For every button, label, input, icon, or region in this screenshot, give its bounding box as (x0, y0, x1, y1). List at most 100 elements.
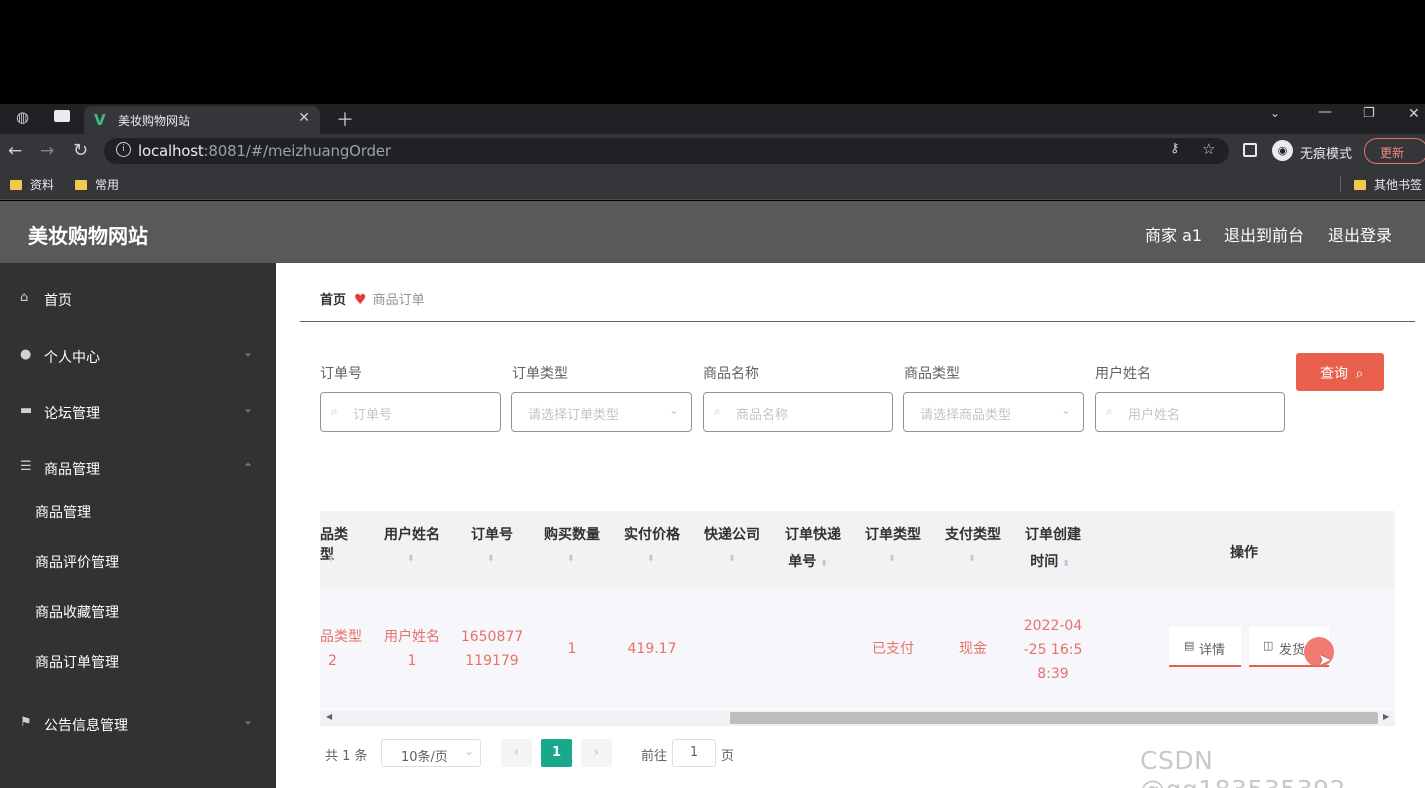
goto-page-input[interactable]: 1 (672, 739, 716, 767)
back-icon[interactable]: ← (8, 141, 22, 161)
sidebar-item-notice[interactable]: ⚑ 公告信息管理 ⌄ (0, 704, 276, 744)
goto-suffix: 页 (721, 749, 735, 764)
col-label: 快递公司 (704, 527, 760, 543)
search-icon: ⌕ (1355, 366, 1364, 382)
sidebar-item-label: 论坛管理 (44, 406, 100, 422)
cell-text: 2022-04 (1023, 618, 1083, 634)
sort-icon[interactable]: ⬍ (820, 559, 828, 569)
col-quantity[interactable]: 购买数量 (538, 524, 606, 544)
key-icon[interactable]: ⚷ (1170, 141, 1180, 156)
bookmark-label: 常用 (95, 178, 120, 192)
close-tab-icon[interactable]: ✕ (298, 110, 310, 126)
user-name-label: 用户姓名 (1095, 366, 1151, 382)
sidebar-item-personal[interactable]: ● 个人中心 ⌄ (0, 336, 276, 376)
sidebar-item-home[interactable]: ⌂ 首页 (0, 279, 276, 319)
page-size-select[interactable]: 10条/页 ⌄ (381, 739, 481, 767)
detail-button[interactable]: ▤ 详情 (1169, 627, 1241, 667)
scroll-left-icon[interactable]: ◀ (326, 712, 332, 721)
cell-text: 品类型 (320, 629, 362, 645)
sort-icon[interactable]: ⬍ (407, 554, 415, 564)
col-express-company[interactable]: 快递公司 (698, 524, 766, 544)
search-button[interactable]: 查询 ⌕ (1296, 353, 1384, 391)
sidebar-subitem-reviews[interactable]: 商品评价管理 (35, 552, 119, 572)
col-paid-price[interactable]: 实付价格 (618, 524, 686, 544)
browser-tab[interactable]: V 美妆购物网站 ✕ (84, 106, 320, 134)
restore-icon[interactable]: ❐ (1363, 106, 1375, 121)
order-type-label: 订单类型 (512, 366, 568, 382)
sidebar-subitem-favorites[interactable]: 商品收藏管理 (35, 602, 119, 622)
sort-icon[interactable]: ⬍ (327, 554, 335, 564)
col-label: 订单类型 (865, 527, 921, 543)
sort-icon[interactable]: ⬍ (567, 554, 575, 564)
col-label: 购买数量 (544, 527, 600, 543)
reload-icon[interactable]: ↻ (73, 140, 88, 161)
user-name-input[interactable]: ⌕ 用户姓名 (1095, 392, 1285, 432)
breadcrumb-home[interactable]: 首页 (320, 293, 346, 308)
forward-icon[interactable]: → (40, 141, 54, 161)
col-pay-type[interactable]: 支付类型 (938, 524, 1008, 544)
col-order-no[interactable]: 订单号 (458, 524, 526, 544)
app-header (0, 201, 1425, 263)
col-express-no[interactable]: 订单快递 (778, 524, 848, 544)
order-no-placeholder: 订单号 (353, 408, 393, 423)
logout-link[interactable]: 退出登录 (1328, 222, 1392, 246)
tab-search-icon[interactable] (54, 110, 70, 122)
folder-icon (75, 180, 87, 190)
goods-type-select[interactable]: 请选择商品类型 ⌄ (903, 392, 1084, 432)
minimize-icon[interactable]: — (1318, 104, 1332, 120)
scroll-right-icon[interactable]: ▶ (1383, 712, 1389, 721)
go-front-link[interactable]: 退出到前台 (1224, 222, 1304, 246)
address-field[interactable]: i localhost:8081/#/meizhuangOrder ⚷ ☆ (104, 138, 1229, 164)
sidebar-item-forum[interactable]: ▬ 论坛管理 ⌄ (0, 392, 276, 432)
goods-name-input[interactable]: ⌕ 商品名称 (703, 392, 893, 432)
sidebar-subitem-goods[interactable]: 商品管理 (35, 502, 91, 522)
new-tab-icon[interactable]: ＋ (336, 106, 354, 132)
sort-icon[interactable]: ⬍ (728, 554, 736, 564)
goods-name-placeholder: 商品名称 (736, 408, 789, 423)
scrollbar-thumb[interactable] (730, 712, 1378, 724)
star-icon[interactable]: ☆ (1202, 140, 1215, 158)
other-bookmarks[interactable]: 其他书签 (1354, 176, 1422, 193)
cell-order-type: 已支付 (872, 641, 914, 657)
sort-icon[interactable]: ⬍ (647, 554, 655, 564)
sidebar-item-label: 个人中心 (44, 350, 100, 366)
sidebar: ⌂ 首页 ● 个人中心 ⌄ ▬ 论坛管理 ⌄ ☰ 商品管理 ⌃ 商品管理 商品评… (0, 263, 276, 788)
bookmark-folder-1[interactable]: 资料 (10, 176, 54, 193)
goods-name-label: 商品名称 (703, 366, 759, 382)
col-label: 用户姓名 (384, 527, 440, 543)
sort-icon[interactable]: ⬍ (487, 554, 495, 564)
cell-text: 119179 (465, 653, 519, 669)
update-button[interactable]: 更新 (1364, 138, 1425, 164)
next-page-button[interactable]: › (581, 739, 612, 767)
col-label: 订单创建 (1025, 527, 1081, 543)
globe-icon[interactable]: ◍ (16, 108, 29, 126)
goto-prefix: 前往 (641, 749, 668, 764)
col-user-name[interactable]: 用户姓名 (378, 524, 446, 544)
sidebar-item-goods[interactable]: ☰ 商品管理 ⌃ (0, 448, 276, 488)
tab-list-icon[interactable]: ⌄ (1270, 106, 1280, 120)
col-express-no-line2: 单号 ⬍ (782, 551, 834, 571)
cell-text: 1 (407, 653, 417, 669)
close-window-icon[interactable]: ✕ (1408, 106, 1420, 122)
sort-icon[interactable]: ⬍ (968, 554, 976, 564)
col-label: 支付类型 (945, 527, 1001, 543)
incognito-label: 无痕模式 (1300, 147, 1353, 162)
order-type-select[interactable]: 请选择订单类型 ⌄ (511, 392, 692, 432)
sort-icon[interactable]: ⬍ (1062, 559, 1070, 569)
chevron-down-icon: ⌄ (1060, 403, 1071, 417)
sidebar-subitem-orders[interactable]: 商品订单管理 (35, 652, 119, 672)
col-created[interactable]: 订单创建 (1018, 524, 1088, 544)
site-info-icon[interactable]: i (116, 142, 131, 157)
sort-icon[interactable]: ⬍ (888, 554, 896, 564)
col-label: 操作 (1230, 545, 1258, 561)
order-no-input[interactable]: ⌕ 订单号 (320, 392, 501, 432)
bookmark-folder-2[interactable]: 常用 (75, 176, 119, 193)
watermark: CSDN @qq183535392 (1140, 746, 1345, 788)
prev-page-button[interactable]: ‹ (501, 739, 532, 767)
heart-icon: ♥ (354, 292, 367, 308)
col-goods-type[interactable]: 品类型 (320, 524, 360, 564)
detail-label: 详情 (1199, 643, 1226, 658)
side-panel-icon[interactable] (1243, 143, 1257, 157)
page-number-1[interactable]: 1 (541, 739, 572, 767)
col-order-type[interactable]: 订单类型 (858, 524, 928, 544)
